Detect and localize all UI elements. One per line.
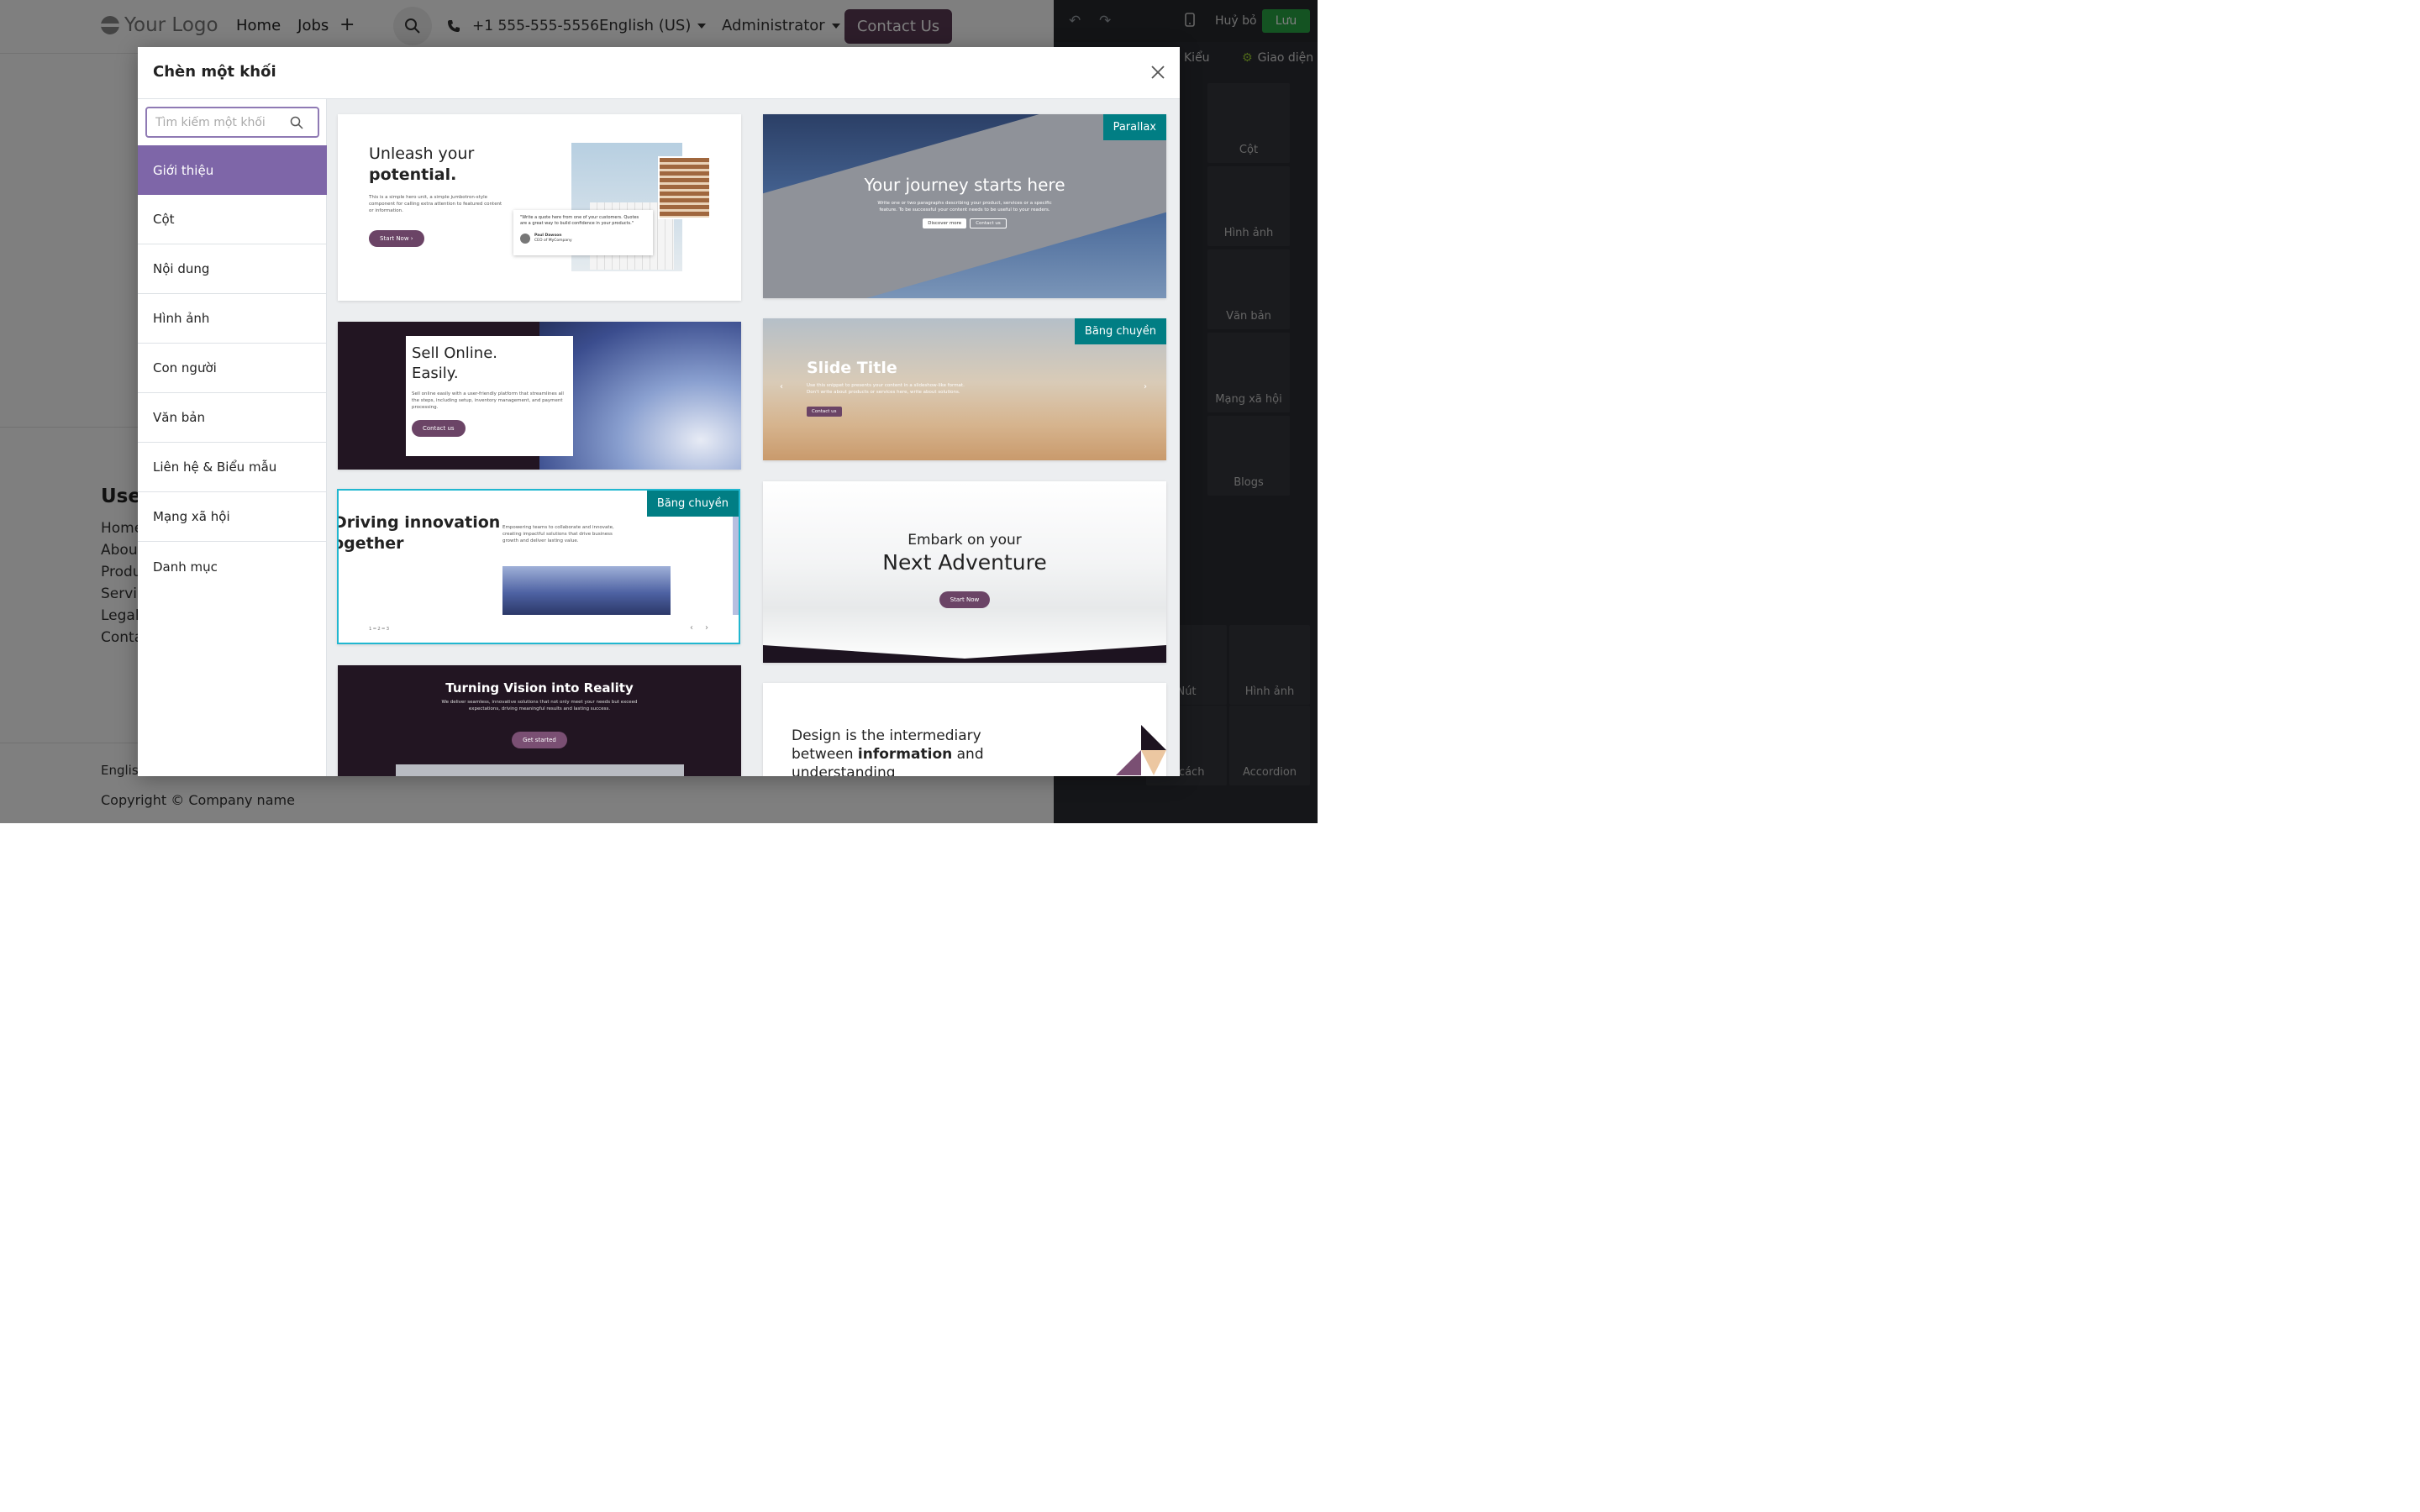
card-title-line: understanding xyxy=(792,764,896,776)
search-icon xyxy=(290,116,303,129)
button-label: Start Now xyxy=(380,235,409,242)
card-cta-button: Start Now xyxy=(939,591,991,608)
chevron-left-icon: ‹ xyxy=(780,382,783,391)
category-text[interactable]: Văn bản xyxy=(138,393,327,443)
card-title-line: Unleash your xyxy=(369,144,475,163)
geometric-shape-image xyxy=(1116,725,1166,775)
category-images[interactable]: Hình ảnh xyxy=(138,294,327,344)
card-body: This is a simple hero unit, a simple jum… xyxy=(369,195,502,213)
close-icon[interactable] xyxy=(1150,64,1166,81)
tower-image xyxy=(658,156,711,219)
card-title-line: Driving innovation xyxy=(337,513,501,532)
card-title-part: between xyxy=(792,746,858,763)
card-title-part: and xyxy=(952,746,984,763)
insert-block-dialog: Chèn một khối Giới thiệu Cột Nội dung Hì… xyxy=(138,47,1180,776)
block-preview-card[interactable]: Slide Title Use this snippet to presents… xyxy=(763,318,1166,460)
next-slide-peek xyxy=(733,503,739,615)
card-title-emphasis: information xyxy=(857,746,953,763)
category-contact-forms[interactable]: Liên hệ & Biểu mẫu xyxy=(138,443,327,492)
chevron-left-icon: ‹ xyxy=(690,623,693,633)
block-preview-card[interactable]: Unleash your potential. This is a simple… xyxy=(338,114,741,301)
chevron-right-icon: › xyxy=(705,623,708,633)
carousel-badge: Băng chuyền xyxy=(646,491,739,517)
card-cta-button: Get started xyxy=(512,732,567,748)
category-columns[interactable]: Cột xyxy=(138,195,327,244)
block-preview-card-selected[interactable]: Driving innovation together Empowering t… xyxy=(337,489,740,644)
card-title: Your journey starts here xyxy=(864,175,1065,195)
discover-more-button: Discover more xyxy=(923,218,967,228)
quote-text: "Write a quote here from one of your cus… xyxy=(520,215,639,226)
abstract-wave-image xyxy=(502,566,671,615)
card-subtitle: Embark on your xyxy=(908,532,1022,549)
category-content[interactable]: Nội dung xyxy=(138,244,327,294)
card-cta-button: Contact us xyxy=(807,407,842,417)
card-body: We deliver seamless, innovative solution… xyxy=(441,700,638,711)
block-search[interactable] xyxy=(145,107,319,138)
category-catalog[interactable]: Danh mục xyxy=(138,542,327,591)
card-title-line: Sell Online. xyxy=(412,344,498,362)
preview-image xyxy=(396,764,684,776)
block-preview-card[interactable]: Embark on your Next Adventure Start Now xyxy=(763,481,1166,663)
card-body: Sell online easily with a user-friendly … xyxy=(412,391,564,410)
card-title: Turning Vision into Reality xyxy=(445,680,634,696)
parallax-badge: Parallax xyxy=(1102,114,1166,140)
card-title-line: potential. xyxy=(369,165,457,184)
card-title-line: together xyxy=(339,534,404,553)
slide-title: Slide Title xyxy=(807,359,897,377)
card-body: Empowering teams to collaborate and inno… xyxy=(502,525,614,543)
block-preview-grid: Unleash your potential. This is a simple… xyxy=(327,99,1180,776)
block-preview-card[interactable]: Design is the intermediary between infor… xyxy=(763,683,1166,776)
text-panel: Sell Online. Easily. Sell online easily … xyxy=(406,336,573,456)
dialog-title: Chèn một khối xyxy=(153,63,276,81)
card-title-line: Design is the intermediary xyxy=(792,727,981,744)
quote-role: CEO of MyCompany xyxy=(534,239,572,243)
card-title-line: Easily. xyxy=(412,365,459,382)
card-title: Next Adventure xyxy=(882,550,1047,575)
card-cta-button: Contact us xyxy=(412,420,466,437)
card-cta-button: Start Now › xyxy=(369,230,424,247)
category-people[interactable]: Con người xyxy=(138,344,327,393)
contact-us-button: Contact us xyxy=(970,218,1007,228)
quote-card: "Write a quote here from one of your cus… xyxy=(513,210,653,255)
bottom-shape xyxy=(763,645,1166,663)
quote-author: Paul Dawson xyxy=(534,234,562,238)
block-preview-card[interactable]: Sell Online. Easily. Sell online easily … xyxy=(338,322,741,470)
category-intro[interactable]: Giới thiệu xyxy=(138,145,327,195)
block-search-input[interactable] xyxy=(155,115,290,129)
carousel-badge: Băng chuyền xyxy=(1074,318,1166,344)
block-preview-card[interactable]: Turning Vision into Reality We deliver s… xyxy=(338,665,741,776)
avatar xyxy=(520,234,530,244)
block-preview-card[interactable]: Your journey starts here Write one or tw… xyxy=(763,114,1166,298)
category-social[interactable]: Mạng xã hội xyxy=(138,492,327,542)
slide-pager: 1 ━ 2 ━ 3 xyxy=(369,627,390,632)
chevron-right-icon: › xyxy=(1144,382,1147,391)
slide-body: Use this snippet to presents your conten… xyxy=(807,383,965,395)
dialog-header: Chèn một khối xyxy=(138,47,1180,99)
category-list: Giới thiệu Cột Nội dung Hình ảnh Con ngư… xyxy=(138,99,327,776)
card-body: Write one or two paragraphs describing y… xyxy=(877,201,1052,213)
